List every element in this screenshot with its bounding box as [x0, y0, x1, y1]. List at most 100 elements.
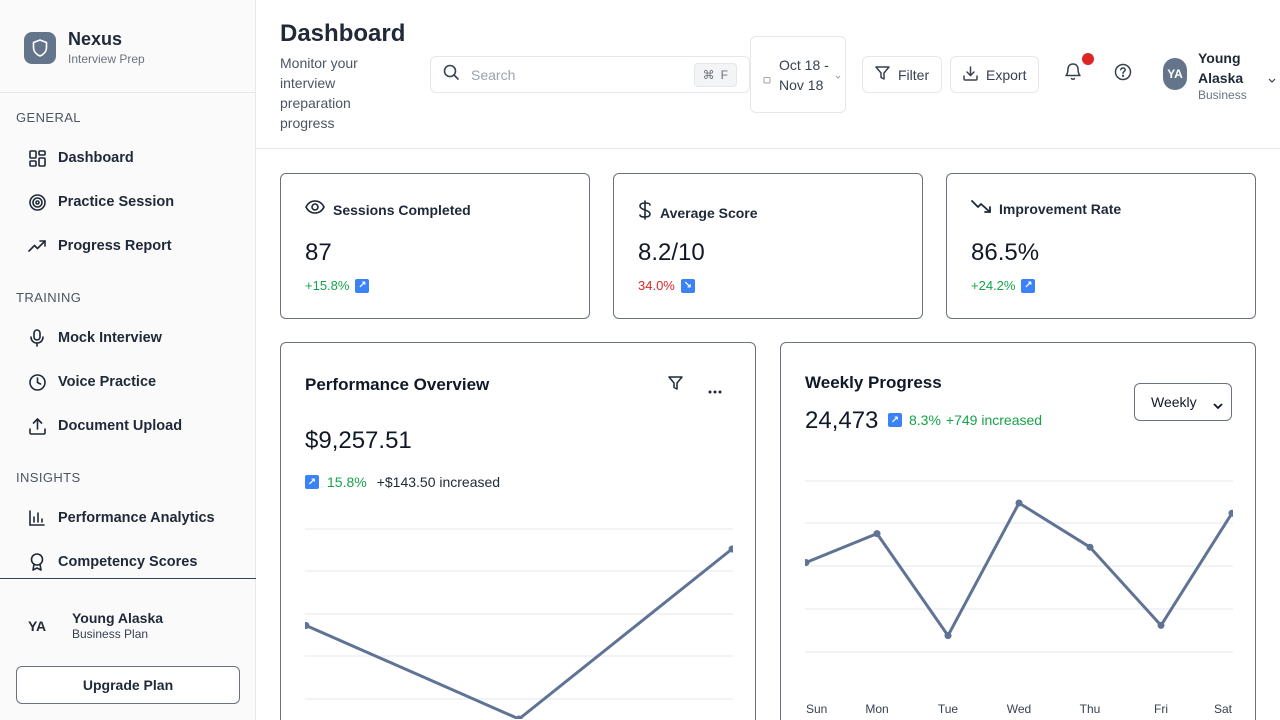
help-button[interactable] — [1112, 63, 1134, 85]
sidebar-item-voice-practice[interactable]: Voice Practice — [16, 364, 240, 400]
stat-change-value: +24.2% — [971, 278, 1016, 293]
filter-icon[interactable] — [668, 376, 683, 395]
stat-change: +24.2% ↗ — [971, 278, 1036, 293]
page-subtitle: Monitor your interview preparation progr… — [280, 55, 358, 131]
chevron-down-icon — [835, 66, 841, 84]
stat-change: 34.0% ↘ — [638, 278, 695, 293]
notification-badge — [1082, 53, 1094, 65]
data-point — [873, 530, 881, 538]
stat-label: Improvement Rate — [999, 201, 1122, 217]
stat-card-improvement-rate: Improvement Rate 86.5% +24.2% ↗ — [946, 173, 1256, 319]
page-title: Dashboard — [280, 20, 406, 47]
performance-overview-card: Performance Overview $9,257.51 ↗ 15.8% +… — [280, 342, 756, 720]
sidebar-user[interactable]: YA Young Alaska Business Plan — [28, 610, 163, 642]
x-tick-label: Sun — [806, 702, 827, 716]
award-icon — [28, 553, 46, 571]
series-line — [305, 547, 733, 719]
stat-value: 8.2/10 — [638, 239, 705, 266]
user-plan: Business Plan — [72, 627, 149, 641]
x-tick-label: Mon — [865, 702, 888, 716]
header-user[interactable]: Young Alaska Business — [1198, 48, 1268, 103]
shortcut-key: F — [720, 67, 728, 82]
search-input[interactable]: Search ⌘ F — [430, 56, 750, 93]
calendar-icon — [763, 71, 771, 83]
chevron-down-icon[interactable] — [1268, 70, 1276, 88]
stat-change-value: 34.0% — [638, 278, 675, 293]
user-plan: Business — [1198, 88, 1247, 102]
data-point — [1086, 543, 1094, 551]
eye-icon — [305, 200, 325, 219]
trending-up-icon — [28, 237, 46, 255]
weekly-line-chart: Sun Mon Tue Wed Thu Fri Sat — [805, 480, 1233, 716]
brand-subtitle: Interview Prep — [68, 52, 145, 66]
sidebar: Nexus Interview Prep GENERAL Dashboard P… — [0, 0, 256, 720]
sidebar-item-label: Progress Report — [58, 238, 172, 254]
stat-label: Sessions Completed — [333, 201, 471, 218]
sidebar-item-label: Document Upload — [58, 418, 183, 434]
performance-line-chart — [305, 528, 733, 719]
mic-icon — [28, 329, 46, 347]
section-label-insights: INSIGHTS — [16, 470, 81, 485]
divider — [0, 92, 255, 93]
filter-icon — [875, 66, 890, 83]
sidebar-item-dashboard[interactable]: Dashboard — [16, 140, 240, 176]
keyboard-shortcut: ⌘ F — [693, 62, 737, 87]
export-button[interactable]: Export — [950, 56, 1040, 93]
card-title: Weekly Progress — [805, 373, 942, 392]
shield-icon — [24, 31, 56, 64]
avatar: YA — [28, 618, 47, 634]
sidebar-item-practice-session[interactable]: Practice Session — [16, 184, 240, 220]
upload-icon — [28, 417, 46, 435]
user-name: Young Alaska — [72, 610, 164, 626]
sidebar-item-progress-report[interactable]: Progress Report — [16, 228, 240, 264]
sidebar-item-document-upload[interactable]: Document Upload — [16, 408, 240, 444]
more-horizontal-icon[interactable] — [708, 381, 722, 399]
dollar-icon — [638, 200, 652, 225]
stat-label: Average Score — [660, 204, 758, 221]
notifications-button[interactable] — [1062, 63, 1084, 85]
date-range-picker[interactable]: Oct 18 - Nov 18 — [750, 36, 846, 113]
download-icon — [963, 65, 978, 84]
user-name: Young Alaska — [1198, 50, 1244, 86]
x-tick-label: Tue — [938, 702, 959, 716]
clock-icon — [28, 373, 46, 391]
period-select[interactable]: Weekly — [1134, 383, 1232, 421]
sidebar-item-mock-interview[interactable]: Mock Interview — [16, 320, 240, 356]
search-placeholder: Search — [471, 66, 516, 83]
stat-value: 86.5% — [971, 239, 1040, 266]
section-label-training: TRAINING — [16, 290, 82, 305]
arrow-up-right-icon: ↗ — [305, 475, 319, 489]
brand[interactable]: Nexus Interview Prep — [24, 28, 145, 67]
trending-down-icon — [971, 200, 991, 218]
grid-icon — [28, 149, 46, 167]
upgrade-plan-button[interactable]: Upgrade Plan — [16, 666, 240, 704]
brand-name: Nexus — [68, 29, 123, 49]
export-label: Export — [986, 66, 1027, 83]
stat-change: +15.8% ↗ — [305, 278, 370, 293]
x-tick-label: Wed — [1007, 702, 1031, 716]
date-range-label: Oct 18 - Nov 18 — [779, 56, 829, 93]
filter-button[interactable]: Filter — [862, 56, 943, 93]
sidebar-item-label: Mock Interview — [58, 330, 162, 346]
weekly-value: 24,473 — [805, 407, 879, 434]
performance-change: ↗ 15.8% +$143.50 increased — [305, 474, 500, 490]
sidebar-item-performance-analytics[interactable]: Performance Analytics — [16, 500, 240, 536]
change-percent: 15.8% — [327, 474, 367, 490]
header: Dashboard Monitor your interview prepara… — [256, 0, 1280, 149]
arrow-down-right-icon: ↘ — [680, 278, 695, 293]
x-tick-label: Thu — [1080, 702, 1101, 716]
weekly-change: ↗ 8.3% +749 increased — [888, 412, 1042, 428]
change-text: +749 increased — [945, 412, 1043, 428]
card-title: Performance Overview — [305, 375, 490, 394]
arrow-up-right-icon: ↗ — [355, 278, 370, 293]
stat-value: 87 — [305, 239, 332, 266]
stat-card-average-score: Average Score 8.2/10 34.0% ↘ — [613, 173, 923, 319]
data-point — [1015, 499, 1023, 507]
sidebar-item-competency-scores[interactable]: Competency Scores — [16, 544, 240, 580]
target-icon — [28, 193, 46, 211]
help-circle-icon — [1114, 63, 1132, 86]
avatar[interactable]: YA — [1163, 58, 1187, 90]
data-point — [1157, 621, 1165, 629]
weekly-progress-card: Weekly Progress 24,473 ↗ 8.3% +749 incre… — [780, 342, 1256, 720]
stat-change-value: +15.8% — [305, 278, 350, 293]
